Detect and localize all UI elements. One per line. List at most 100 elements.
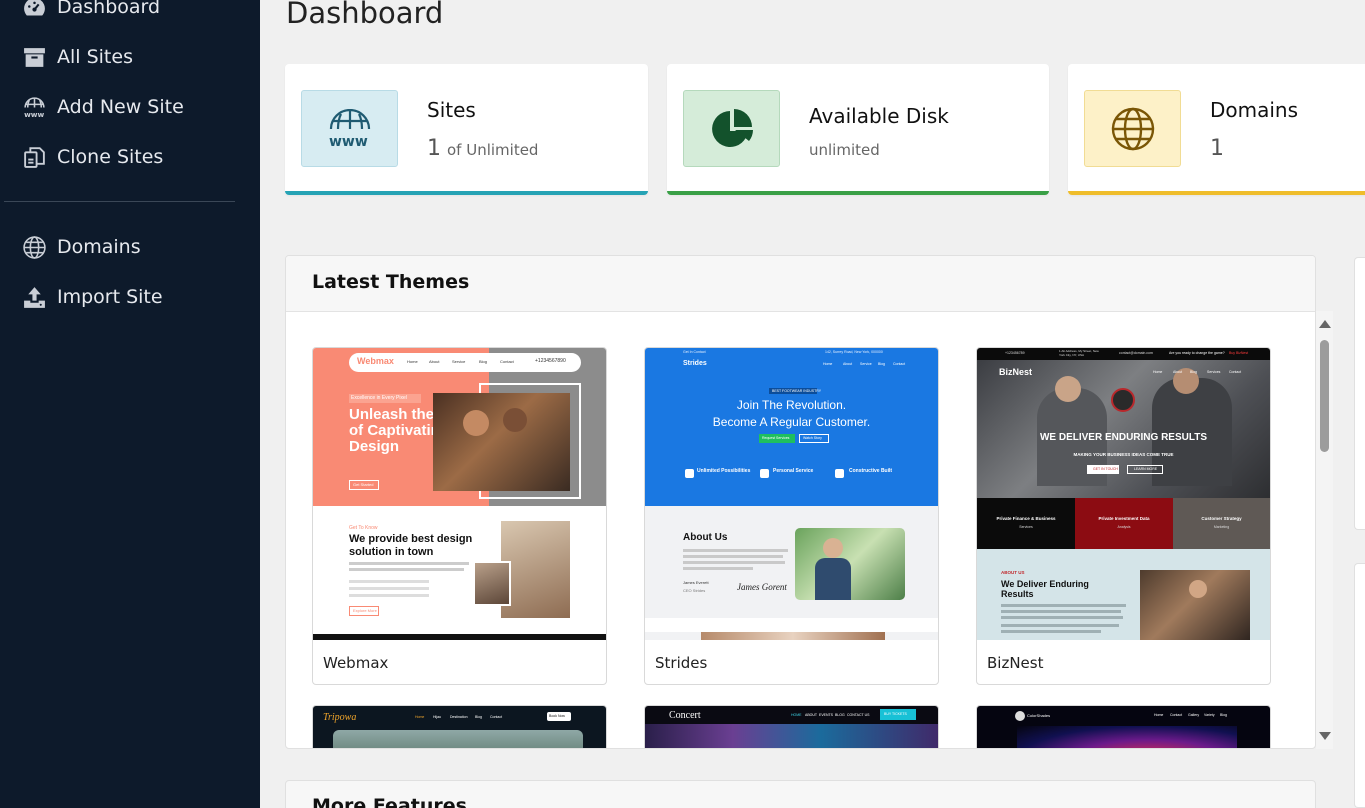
stat-value: unlimited (809, 141, 880, 159)
theme-thumbnail: Get In Contact 142, Surrey Road, New Yor… (645, 348, 938, 640)
thumb-nav-0: Home (415, 715, 425, 719)
stat-card-sites: www Sites 1 of Unlimited (285, 64, 648, 195)
stat-value: 1 of Unlimited (427, 136, 538, 161)
thumb-brand: ColorShades (1027, 713, 1051, 718)
thumb-top: Get In Contact (683, 350, 706, 354)
theme-name: Strides (655, 654, 708, 672)
sidebar-item-label: Domains (57, 236, 141, 258)
thumb-tile-1-title: Private Investment Data (1098, 516, 1150, 521)
stat-title: Available Disk (809, 104, 949, 128)
thumb-tag: Excellence in Every Pixel (351, 395, 407, 401)
thumb-tile-0-title: Private Finance & Business (996, 516, 1056, 521)
thumb-nav-2: Destination (450, 715, 468, 719)
sidebar-item-clone-sites[interactable]: Clone Sites (22, 142, 163, 172)
thumb-btn-1: GET IN TOUCH (1093, 467, 1118, 471)
thumb-brand: BizNest (999, 367, 1033, 377)
theme-card-strides[interactable]: Get In Contact 142, Surrey Road, New Yor… (644, 347, 939, 685)
stat-accent-bar (1068, 191, 1365, 195)
panel-title: More Features (312, 795, 467, 808)
thumb-nav-0: HOME (791, 713, 802, 717)
stat-value: 1 (1210, 136, 1230, 161)
theme-name: Webmax (323, 654, 389, 672)
stat-card-domains: Domains 1 (1068, 64, 1365, 195)
thumb-about: About Us (683, 532, 728, 543)
theme-card-webmax[interactable]: Webmax Home About Service Blog Contact +… (312, 347, 607, 685)
thumb-role: CEO Strides (683, 588, 706, 593)
theme-card-concert[interactable]: Concert HOME ABOUT EVENTS BLOG CONTACT U… (644, 705, 939, 748)
sidebar-item-label: Dashboard (57, 0, 161, 18)
sidebar-item-label: Clone Sites (57, 146, 164, 168)
more-features-panel: More Features (285, 780, 1316, 808)
thumb-person: James Everett (683, 580, 709, 585)
thumb-brand: Concert (669, 710, 701, 721)
panel-title: Latest Themes (312, 271, 470, 293)
thumb-nav-4: Contact (1229, 370, 1242, 374)
thumb-nav-1: Contact (1170, 713, 1183, 717)
globe-icon (23, 235, 46, 259)
theme-thumbnail: ColorShades Home Contact Gallery Variety… (977, 706, 1270, 748)
theme-card-colorshades[interactable]: ColorShades Home Contact Gallery Variety… (976, 705, 1271, 748)
thumb-nav-2: Service (860, 362, 872, 366)
sidebar-item-label: Import Site (57, 286, 163, 308)
theme-thumbnail: Tripowa Home Hijau Destination Blog Cont… (313, 706, 606, 748)
www-globe-icon: www (301, 90, 398, 167)
sidebar-item-import-site[interactable]: Import Site (22, 282, 163, 312)
scrollbar-thumb[interactable] (1320, 340, 1329, 452)
thumb-tile-2-sub: Marketing (1213, 525, 1230, 529)
www-icon: www (24, 96, 45, 118)
thumb-nav-0: Home (1154, 713, 1164, 717)
thumb-sub: MAKING YOUR BUSINESS IDEAS COME TRUE (1073, 452, 1174, 457)
stat-number: 1 (1210, 136, 1224, 161)
themes-grid[interactable]: Webmax Home About Service Blog Contact +… (286, 312, 1306, 748)
scroll-down-arrow-icon[interactable] (1319, 732, 1331, 740)
thumb-nav-1: About (843, 362, 853, 366)
stat-title: Sites (427, 98, 476, 122)
thumb-email: contact@domain.com (1119, 351, 1153, 355)
scroll-up-arrow-icon[interactable] (1319, 320, 1331, 328)
thumb-nav-2: Gallery (1188, 713, 1200, 717)
sidebar-item-add-new-site[interactable]: www Add New Site (22, 92, 184, 122)
thumb-nav-4: Contact (893, 362, 906, 366)
dashboard-icon (24, 0, 45, 16)
thumb-headline-2: Become A Regular Customer. (712, 415, 871, 429)
sidebar-item-dashboard[interactable]: Dashboard (22, 0, 160, 22)
sidebar-item-domains[interactable]: Domains (22, 232, 141, 262)
thumb-section-cta: Explore More (353, 608, 377, 613)
thumb-nav-3: BLOG (835, 713, 845, 717)
thumb-btn-2: LEARN MORE (1134, 467, 1158, 471)
side-panel-edge (1354, 563, 1365, 808)
clone-icon (24, 146, 45, 168)
thumb-address: 1 Ab Address, My Street, New York City, … (1059, 349, 1099, 357)
theme-card-tripowa[interactable]: Tripowa Home Hijau Destination Blog Cont… (312, 705, 607, 748)
thumb-tile-0-sub: Services (1019, 525, 1033, 529)
thumb-section-tag: Get To Know (349, 525, 378, 531)
thumb-nav-0: Home (1153, 370, 1163, 374)
page-title: Dashboard (286, 0, 444, 30)
thumb-nav-2: Service (452, 359, 466, 364)
themes-scrollbar[interactable] (1316, 311, 1333, 749)
thumb-btn: BUY TICKETS (884, 712, 907, 716)
svg-text:www: www (329, 134, 368, 149)
thumb-nav-4: Contact (500, 359, 514, 364)
thumb-section-title: We provide best design solution in town (349, 533, 473, 558)
thumb-nav-0: Home (823, 362, 833, 366)
sidebar-item-all-sites[interactable]: All Sites (22, 42, 133, 72)
thumb-tile-2-title: Customer Strategy (1201, 516, 1242, 521)
thumb-btn-1: Request Services (762, 436, 790, 440)
theme-thumbnail: +123456789 1 Ab Address, My Street, New … (977, 348, 1270, 640)
sidebar-item-label: All Sites (57, 46, 133, 68)
archive-box-icon (24, 47, 45, 67)
sidebar-divider (4, 201, 235, 202)
stat-title: Domains (1210, 98, 1299, 122)
svg-text:www: www (24, 109, 44, 118)
pie-chart-icon (683, 90, 780, 167)
thumb-nav-1: ABOUT (805, 713, 818, 717)
thumb-tile-1-sub: Analysis (1117, 525, 1131, 529)
theme-card-biznest[interactable]: +123456789 1 Ab Address, My Street, New … (976, 347, 1271, 685)
thumb-signature: James Gorent (737, 582, 787, 592)
thumb-brand: Webmax (357, 356, 394, 366)
stat-number: 1 (427, 136, 441, 161)
stat-suffix: unlimited (809, 141, 880, 159)
panel-header: Latest Themes (286, 256, 1315, 312)
thumb-brand: Strides (683, 360, 707, 367)
